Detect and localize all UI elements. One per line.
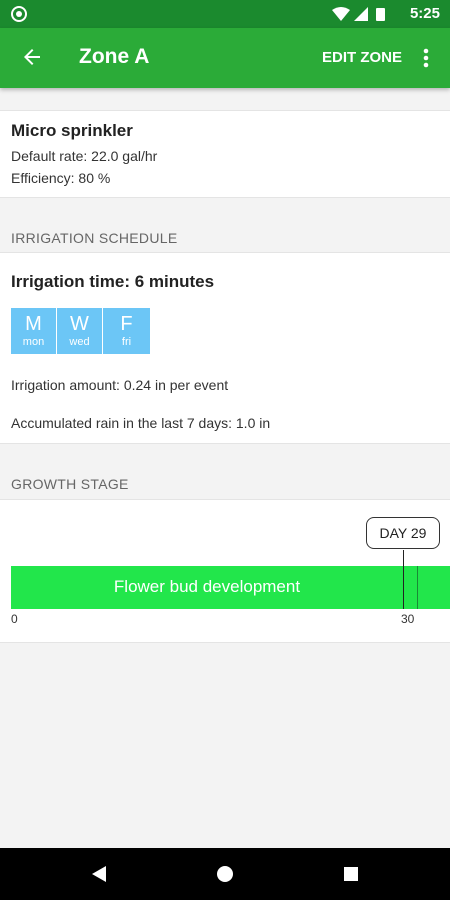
growth-stage-bar: Flower bud development [11,566,450,609]
irrigation-time: Irrigation time: 6 minutes [11,272,215,291]
sprinkler-card: Micro sprinkler Default rate: 22.0 gal/h… [0,110,450,198]
day-abbr: fri [121,336,132,348]
sprinkler-efficiency: Efficiency: 80 % [11,170,111,186]
sprinkler-name: Micro sprinkler [11,121,133,140]
nav-back-icon[interactable] [90,865,108,888]
accumulated-rain: Accumulated rain in the last 7 days: 1.0… [11,415,271,431]
wifi-icon [332,7,350,21]
status-time: 5:25 [409,5,440,22]
status-bar: 5:25 [0,0,450,28]
tick-start: 0 [11,612,18,626]
day-chip-fri[interactable]: F fri [103,308,150,354]
irrigation-amount: Irrigation amount: 0.24 in per event [11,377,229,393]
page-title: Zone A [79,45,150,68]
system-nav-bar [0,848,450,900]
growth-stage-label: Flower bud development [113,577,301,596]
arrow-back-icon[interactable] [20,45,44,69]
edit-zone-button[interactable]: EDIT ZONE [322,49,402,66]
day-abbr: mon [22,336,45,348]
status-icons [332,6,392,27]
day-letter: F [120,313,133,335]
sprinkler-rate: Default rate: 22.0 gal/hr [11,148,158,164]
more-vert-icon[interactable] [416,46,436,70]
growth-section-title: GROWTH STAGE [11,476,129,492]
nav-home-icon[interactable] [216,865,234,888]
day-abbr: wed [69,336,90,348]
stage-end-marker [417,566,418,609]
day-chip-mon[interactable]: M mon [11,308,57,354]
day-chip-wed[interactable]: W wed [57,308,103,354]
current-day-marker [403,550,404,609]
irrigation-section-title: IRRIGATION SCHEDULE [11,230,178,246]
day-letter: W [70,313,89,335]
nav-recents-icon[interactable] [343,866,359,887]
tick-end: 30 [401,612,415,626]
app-bar: Zone A EDIT ZONE [0,28,450,88]
day-chips: M mon W wed F fri [11,308,150,354]
battery-icon [376,8,385,21]
notification-icon [11,6,27,22]
day-letter: M [25,313,42,335]
current-day-bubble: DAY 29 [366,517,440,549]
signal-icon [354,7,368,21]
